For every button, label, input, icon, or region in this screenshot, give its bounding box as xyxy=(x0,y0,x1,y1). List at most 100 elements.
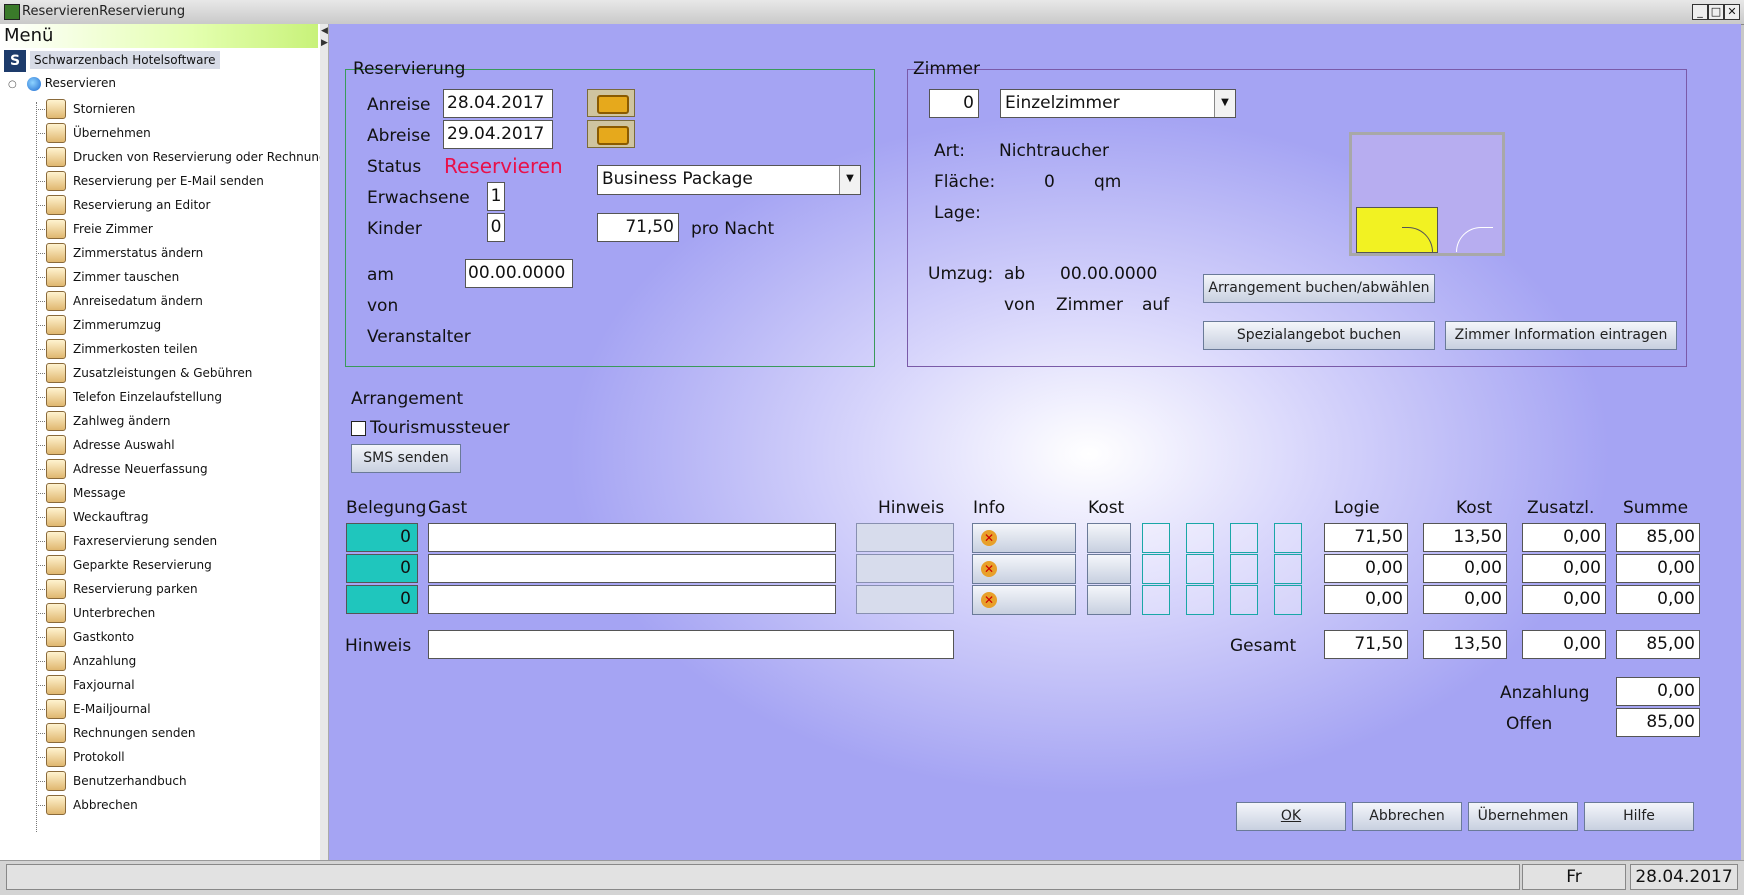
sidebar: Menü S Schwarzenbach Hotelsoftware ○ Rese… xyxy=(0,24,327,860)
kost-checkbox[interactable] xyxy=(1274,585,1302,615)
gast-field[interactable] xyxy=(428,523,836,552)
gast-field[interactable] xyxy=(428,554,836,583)
umzug-ab-label: ab xyxy=(1004,264,1026,284)
kost-checkbox[interactable] xyxy=(1142,585,1170,615)
zimmer-information-button[interactable]: Zimmer Information eintragen xyxy=(1445,321,1677,350)
tree-root-reservieren[interactable]: ○ Reservieren xyxy=(8,76,116,91)
park-icon xyxy=(46,579,66,599)
sidebar-item-label: Reservierung per E-Mail senden xyxy=(73,174,264,188)
kost-checkbox[interactable] xyxy=(1230,585,1258,615)
hilfe-button[interactable]: Hilfe xyxy=(1584,802,1694,831)
tree-line xyxy=(36,102,38,832)
kost-field[interactable]: 0,00 xyxy=(1423,554,1507,583)
close-button[interactable]: ✕ xyxy=(1724,4,1740,20)
save-icon xyxy=(46,123,66,143)
kost-field[interactable]: 13,50 xyxy=(1423,523,1507,552)
hinweis-field[interactable] xyxy=(428,630,954,659)
main-panel: Reservierung Anreise 28.04.2017 Abreise … xyxy=(329,24,1741,860)
summe-field: 0,00 xyxy=(1616,554,1700,583)
splitter[interactable]: ◀ ▶ xyxy=(320,24,329,860)
kost-checkbox[interactable] xyxy=(1142,554,1170,584)
zusatzl-field[interactable]: 0,00 xyxy=(1522,554,1606,583)
info-button[interactable]: ✕ xyxy=(972,585,1076,615)
tree-expand-icon[interactable]: ○ xyxy=(8,79,17,90)
belegung-field[interactable]: 0 xyxy=(346,554,418,583)
spezialangebot-button[interactable]: Spezialangebot buchen xyxy=(1203,321,1435,350)
tourismus-checkbox[interactable] xyxy=(351,421,366,436)
logie-field[interactable]: 0,00 xyxy=(1324,554,1408,583)
gesamt-summe: 85,00 xyxy=(1616,630,1700,659)
minimize-button[interactable]: _ xyxy=(1692,4,1708,20)
kost-button[interactable] xyxy=(1087,585,1131,615)
tree-connector xyxy=(36,541,45,542)
kost-checkbox[interactable] xyxy=(1186,585,1214,615)
kost-field[interactable]: 0,00 xyxy=(1423,585,1507,614)
arrangement-buchen-button[interactable]: Arrangement buchen/abwählen xyxy=(1203,274,1435,303)
fax-journal-icon xyxy=(46,675,66,695)
expand-right-icon[interactable]: ▶ xyxy=(321,38,328,48)
package-select[interactable]: Business Package ▼ xyxy=(597,165,861,195)
sms-senden-button[interactable]: SMS senden xyxy=(351,444,461,473)
kost-button[interactable] xyxy=(1087,523,1131,553)
header-logie: Logie xyxy=(1334,498,1380,518)
flaeche-unit: qm xyxy=(1094,172,1122,192)
price-field[interactable]: 71,50 xyxy=(597,213,679,242)
zusatzl-field[interactable]: 0,00 xyxy=(1522,585,1606,614)
pause-icon xyxy=(46,603,66,623)
logie-field[interactable]: 71,50 xyxy=(1324,523,1408,552)
tree-connector xyxy=(36,349,45,350)
sidebar-item-label: Weckauftrag xyxy=(73,510,149,524)
gesamt-logie: 71,50 xyxy=(1324,630,1408,659)
tree-connector xyxy=(36,421,45,422)
maximize-button[interactable]: □ xyxy=(1708,4,1724,20)
kost-checkbox[interactable] xyxy=(1230,554,1258,584)
gast-field[interactable] xyxy=(428,585,836,614)
erwachsene-field[interactable]: 1 xyxy=(487,182,505,211)
belegung-field[interactable]: 0 xyxy=(346,585,418,614)
kost-checkbox[interactable] xyxy=(1186,554,1214,584)
room-type-select[interactable]: Einzelzimmer ▼ xyxy=(1000,89,1236,118)
kost-checkbox[interactable] xyxy=(1186,523,1214,553)
kinder-field[interactable]: 0 xyxy=(487,213,505,242)
uebernehmen-button[interactable]: Übernehmen xyxy=(1468,802,1578,831)
abreise-calendar-button[interactable] xyxy=(587,120,635,148)
anreise-field[interactable]: 28.04.2017 xyxy=(443,89,553,118)
abbrechen-button[interactable]: Abbrechen xyxy=(1352,802,1462,831)
room-number-field[interactable]: 0 xyxy=(929,89,979,118)
move-icon xyxy=(46,315,66,335)
collapse-left-icon[interactable]: ◀ xyxy=(321,26,328,36)
tree-connector xyxy=(36,133,45,134)
kinder-label: Kinder xyxy=(367,219,422,239)
swap-icon xyxy=(46,267,66,287)
print-icon xyxy=(46,147,66,167)
tree-connector xyxy=(36,445,45,446)
anreise-calendar-button[interactable] xyxy=(587,89,635,117)
summe-field: 85,00 xyxy=(1616,523,1700,552)
payment-icon xyxy=(46,411,66,431)
zusatzl-field[interactable]: 0,00 xyxy=(1522,523,1606,552)
email-icon xyxy=(46,171,66,191)
kost-checkbox[interactable] xyxy=(1230,523,1258,553)
info-button[interactable]: ✕ xyxy=(972,523,1076,553)
abreise-field[interactable]: 29.04.2017 xyxy=(443,120,553,149)
info-button[interactable]: ✕ xyxy=(972,554,1076,584)
calendar-icon xyxy=(597,126,629,145)
kost-checkbox[interactable] xyxy=(1142,523,1170,553)
address-new-icon xyxy=(46,459,66,479)
sidebar-item-label: Benutzerhandbuch xyxy=(73,774,187,788)
am-field[interactable]: 00.00.0000 xyxy=(465,259,573,288)
kost-checkbox[interactable] xyxy=(1274,554,1302,584)
tree-connector xyxy=(36,373,45,374)
logie-field[interactable]: 0,00 xyxy=(1324,585,1408,614)
belegung-field[interactable]: 0 xyxy=(346,523,418,552)
tree-connector xyxy=(36,277,45,278)
parked-icon xyxy=(46,555,66,575)
document-icon xyxy=(46,195,66,215)
app-icon xyxy=(4,4,20,20)
kost-button[interactable] xyxy=(1087,554,1131,584)
alarm-icon xyxy=(46,507,66,527)
ok-button[interactable]: OK xyxy=(1236,802,1346,831)
hinweis-row-field xyxy=(856,523,954,552)
info-icon xyxy=(46,627,66,647)
kost-checkbox[interactable] xyxy=(1274,523,1302,553)
